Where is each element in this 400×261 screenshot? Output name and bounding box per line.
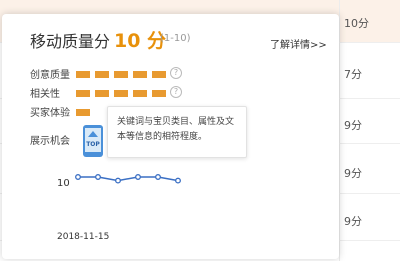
score-bar — [133, 71, 147, 78]
data-point — [115, 177, 121, 184]
score-bar — [133, 90, 147, 97]
score-bar — [114, 71, 128, 78]
help-icon[interactable]: ? — [170, 86, 182, 98]
learn-more-link[interactable]: 了解详情>> — [270, 36, 327, 51]
score-bar — [152, 71, 166, 78]
popup-title: 移动质量分 — [30, 32, 111, 51]
row-label-creative-quality: 创意质量 — [30, 70, 70, 81]
phone-top-icon: TOP — [83, 125, 103, 157]
row-label-buyer-experience: 买家体验 — [30, 108, 70, 119]
table-divider — [339, 0, 340, 261]
score-trend-chart — [75, 174, 181, 184]
score-bar — [95, 71, 109, 78]
score-bar — [114, 90, 128, 97]
relevance-tooltip: 关键词与宝贝类目、属性及文本等信息的相符程度。 — [107, 106, 247, 158]
chart-x-tick: 2018-11-15 — [57, 232, 110, 242]
row-label-relevance: 相关性 — [30, 89, 60, 100]
series-line — [78, 176, 179, 182]
table-score: 10分 — [344, 17, 369, 30]
score-bar — [76, 71, 90, 78]
data-point — [75, 174, 81, 180]
data-point — [175, 177, 181, 184]
score-bar — [76, 109, 90, 116]
table-score: 9分 — [344, 215, 362, 228]
score-bar — [152, 90, 166, 97]
score-bar — [76, 90, 90, 97]
data-point — [135, 174, 141, 180]
data-point — [155, 174, 161, 180]
quality-score-value: 10 分 — [114, 30, 167, 52]
quality-score-popup: 移动质量分 10 分 (1-10) 了解详情>> 创意质量 ? 相关性 ? 买家… — [2, 14, 339, 259]
table-score: 9分 — [344, 119, 362, 132]
table-score: 9分 — [344, 167, 362, 180]
help-icon[interactable]: ? — [170, 67, 182, 79]
score-range: (1-10) — [160, 33, 191, 44]
row-label-display-opportunity: 展示机会 — [30, 136, 70, 147]
phone-badge-text: TOP — [86, 141, 100, 148]
score-bar — [95, 90, 109, 97]
data-point — [95, 174, 101, 180]
table-score: 7分 — [344, 68, 362, 81]
